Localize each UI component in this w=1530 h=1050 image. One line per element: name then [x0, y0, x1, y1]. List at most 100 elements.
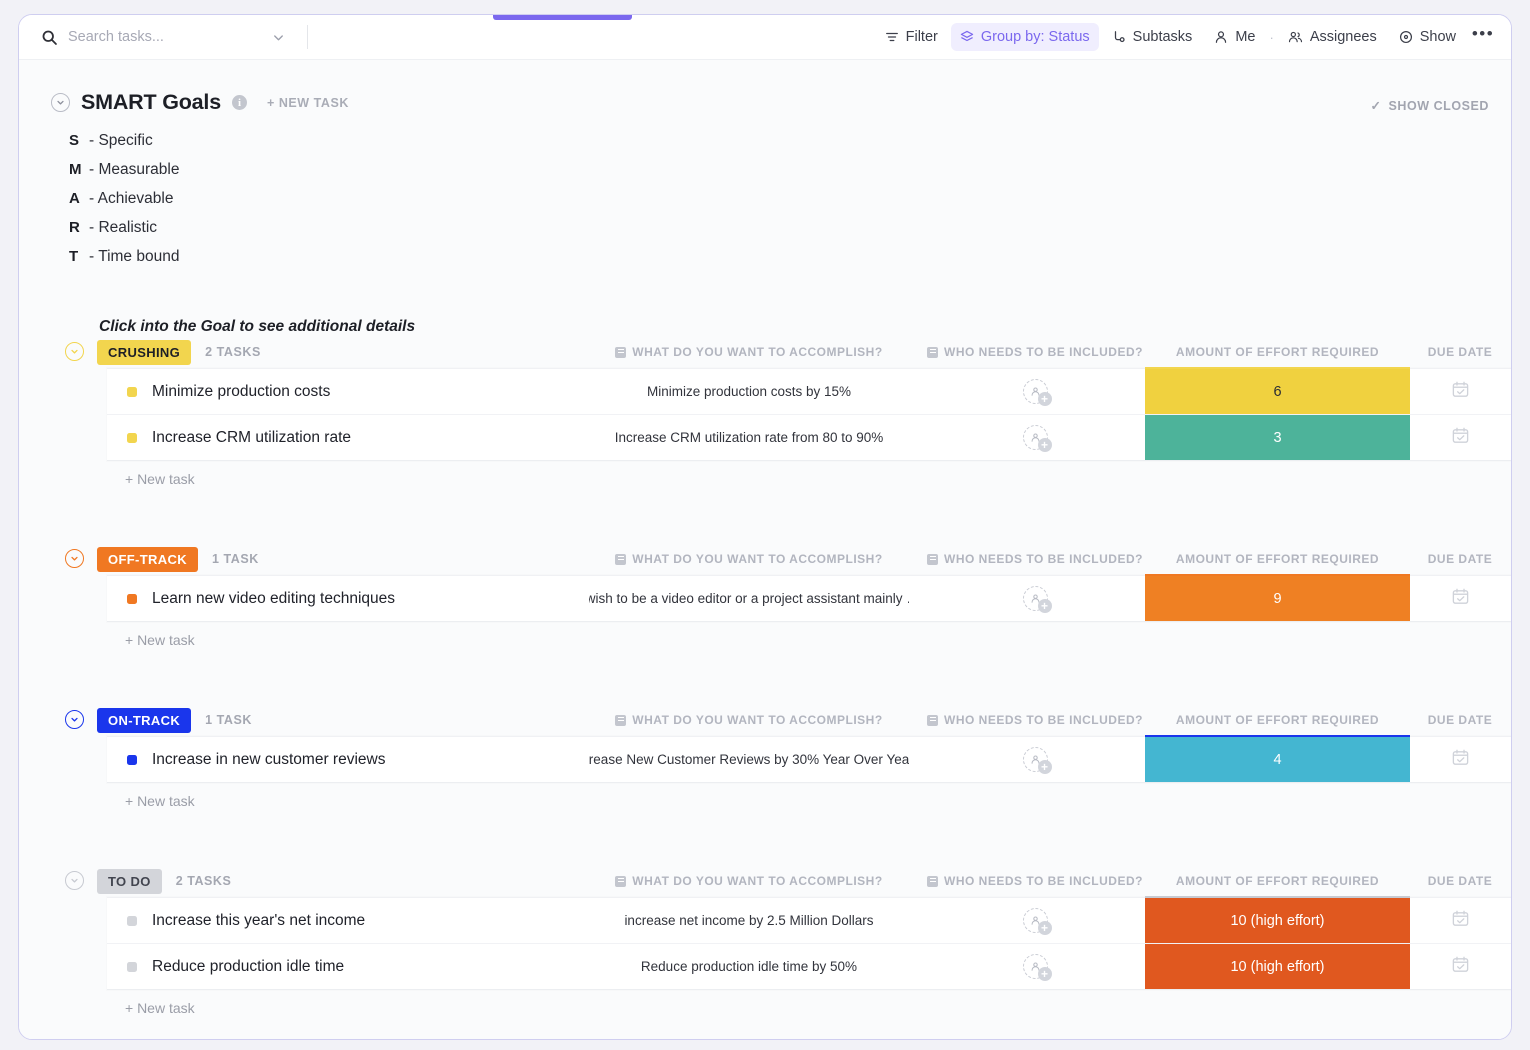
task-status-dot[interactable] [127, 961, 137, 972]
group-by-button[interactable]: Group by: Status [950, 23, 1099, 51]
assignees-button[interactable]: Assignees [1279, 23, 1386, 51]
group-collapse-icon[interactable] [65, 871, 84, 890]
people-icon [1288, 30, 1303, 44]
new-task-button[interactable]: + New task [107, 461, 1511, 497]
plus-icon: + [1037, 599, 1052, 613]
column-header-due[interactable]: DUE DATE [1410, 874, 1510, 888]
status-badge[interactable]: OFF-TRACK [97, 546, 198, 572]
column-header-due[interactable]: DUE DATE [1410, 713, 1510, 727]
assignee-add-button[interactable]: + [1022, 379, 1052, 406]
show-button[interactable]: Show [1390, 23, 1465, 51]
task-status-dot[interactable] [127, 915, 137, 926]
new-task-button[interactable]: + New task [107, 990, 1511, 1026]
cell-effort[interactable]: 3 [1145, 415, 1410, 460]
status-badge[interactable]: ON-TRACK [97, 707, 192, 733]
task-status-dot[interactable] [127, 386, 137, 397]
cell-accomplish[interactable]: Increase CRM utilization rate from 80 to… [589, 415, 909, 460]
column-header-accomplish[interactable]: WHAT DO YOU WANT TO ACCOMPLISH? [589, 345, 909, 359]
plus-icon: + [1037, 760, 1052, 774]
assignee-add-button[interactable]: + [1022, 954, 1052, 981]
status-badge[interactable]: TO DO [97, 868, 162, 894]
cell-effort[interactable]: 10 (high effort) [1145, 898, 1410, 943]
column-header-due[interactable]: DUE DATE [1410, 345, 1510, 359]
group-collapse-icon[interactable] [65, 549, 84, 568]
new-task-header-button[interactable]: + NEW TASK [267, 96, 349, 110]
cell-due-date[interactable] [1410, 415, 1510, 460]
toolbar-actions: Filter Group by: Status Subtasks Me · As… [876, 23, 1497, 51]
column-header-due[interactable]: DUE DATE [1410, 552, 1510, 566]
new-task-button[interactable]: + New task [107, 783, 1511, 819]
table-row[interactable]: Minimize production costs Minimize produc… [107, 369, 1511, 415]
calendar-icon[interactable] [1451, 748, 1470, 772]
cell-due-date[interactable] [1410, 576, 1510, 621]
column-header-accomplish[interactable]: WHAT DO YOU WANT TO ACCOMPLISH? [589, 552, 909, 566]
table-row[interactable]: Increase this year's net income increase … [107, 898, 1511, 944]
task-name: Minimize production costs [152, 382, 331, 400]
main-content: SMART Goals i + NEW TASK ✓ SHOW CLOSED S… [19, 60, 1511, 1039]
table-row[interactable]: Increase CRM utilization rate Increase CR… [107, 415, 1511, 461]
column-header-who[interactable]: WHO NEEDS TO BE INCLUDED? [925, 874, 1145, 888]
info-icon[interactable]: i [231, 95, 247, 110]
cell-due-date[interactable] [1410, 369, 1510, 414]
assignee-add-button[interactable]: + [1022, 586, 1052, 613]
table-row[interactable]: Learn new video editing techniques I wish… [107, 576, 1511, 622]
column-header-who[interactable]: WHO NEEDS TO BE INCLUDED? [925, 345, 1145, 359]
assignee-add-button[interactable]: + [1022, 747, 1052, 774]
column-header-label: AMOUNT OF EFFORT REQUIRED [1175, 552, 1380, 566]
assignee-add-button[interactable]: + [1022, 908, 1052, 935]
column-header-accomplish[interactable]: WHAT DO YOU WANT TO ACCOMPLISH? [589, 874, 909, 888]
task-status-dot[interactable] [127, 432, 137, 443]
task-status-dot[interactable] [127, 754, 137, 765]
column-headers: WHAT DO YOU WANT TO ACCOMPLISH? WHO NEEDS… [19, 865, 1511, 897]
assignee-add-button[interactable]: + [1022, 425, 1052, 452]
new-task-button[interactable]: + New task [107, 622, 1511, 658]
search-input[interactable] [68, 29, 258, 45]
calendar-icon[interactable] [1451, 909, 1470, 933]
group-collapse-icon[interactable] [65, 710, 84, 729]
column-header-accomplish[interactable]: WHAT DO YOU WANT TO ACCOMPLISH? [589, 713, 909, 727]
column-header-effort[interactable]: AMOUNT OF EFFORT REQUIRED [1145, 345, 1410, 359]
vertical-scrollbar[interactable] [1503, 60, 1511, 1039]
cell-effort[interactable]: 6 [1145, 369, 1410, 414]
column-header-label: WHO NEEDS TO BE INCLUDED? [944, 345, 1143, 359]
calendar-icon[interactable] [1451, 587, 1470, 611]
subtasks-button[interactable]: Subtasks [1103, 23, 1202, 51]
filter-label: Filter [905, 29, 938, 45]
cell-accomplish[interactable]: Reduce production idle time by 50% [589, 944, 909, 989]
cell-accomplish[interactable]: increase net income by 2.5 Million Dolla… [589, 898, 909, 943]
cell-due-date[interactable] [1410, 737, 1510, 782]
cell-due-date[interactable] [1410, 944, 1510, 989]
cell-effort[interactable]: 10 (high effort) [1145, 944, 1410, 989]
more-options-icon[interactable]: ••• [1469, 23, 1497, 51]
effort-value: 10 (high effort) [1145, 944, 1410, 989]
group-collapse-icon[interactable] [65, 342, 84, 361]
column-header-who[interactable]: WHO NEEDS TO BE INCLUDED? [925, 713, 1145, 727]
filter-button[interactable]: Filter [876, 23, 947, 51]
cell-accomplish[interactable]: I wish to be a video editor or a project… [589, 576, 909, 621]
calendar-icon[interactable] [1451, 955, 1470, 979]
me-button[interactable]: Me [1205, 23, 1264, 51]
status-badge[interactable]: CRUSHING [97, 339, 192, 365]
cell-effort[interactable]: 4 [1145, 737, 1410, 782]
show-closed-button[interactable]: ✓ SHOW CLOSED [1370, 98, 1489, 114]
effort-value: 4 [1145, 737, 1410, 782]
task-status-dot[interactable] [127, 593, 137, 604]
calendar-icon[interactable] [1451, 380, 1470, 404]
calendar-icon[interactable] [1451, 426, 1470, 450]
column-header-who[interactable]: WHO NEEDS TO BE INCLUDED? [925, 552, 1145, 566]
collapse-list-icon[interactable] [51, 93, 70, 112]
cell-accomplish[interactable]: Increase New Customer Reviews by 30% Yea… [589, 737, 909, 782]
cell-accomplish[interactable]: Minimize production costs by 15% [589, 369, 909, 414]
plus-icon: + [1037, 392, 1052, 406]
cell-effort[interactable]: 9 [1145, 576, 1410, 621]
column-header-effort[interactable]: AMOUNT OF EFFORT REQUIRED [1145, 713, 1410, 727]
table-row[interactable]: Reduce production idle time Reduce produc… [107, 944, 1511, 990]
table-row[interactable]: Increase in new customer reviews Increase… [107, 737, 1511, 783]
column-type-icon [927, 346, 939, 358]
chevron-down-icon[interactable] [268, 27, 288, 47]
cell-due-date[interactable] [1410, 898, 1510, 943]
column-header-effort[interactable]: AMOUNT OF EFFORT REQUIRED [1145, 874, 1410, 888]
column-header-effort[interactable]: AMOUNT OF EFFORT REQUIRED [1145, 552, 1410, 566]
cell-who: + [925, 898, 1145, 943]
column-header-label: AMOUNT OF EFFORT REQUIRED [1175, 345, 1380, 359]
